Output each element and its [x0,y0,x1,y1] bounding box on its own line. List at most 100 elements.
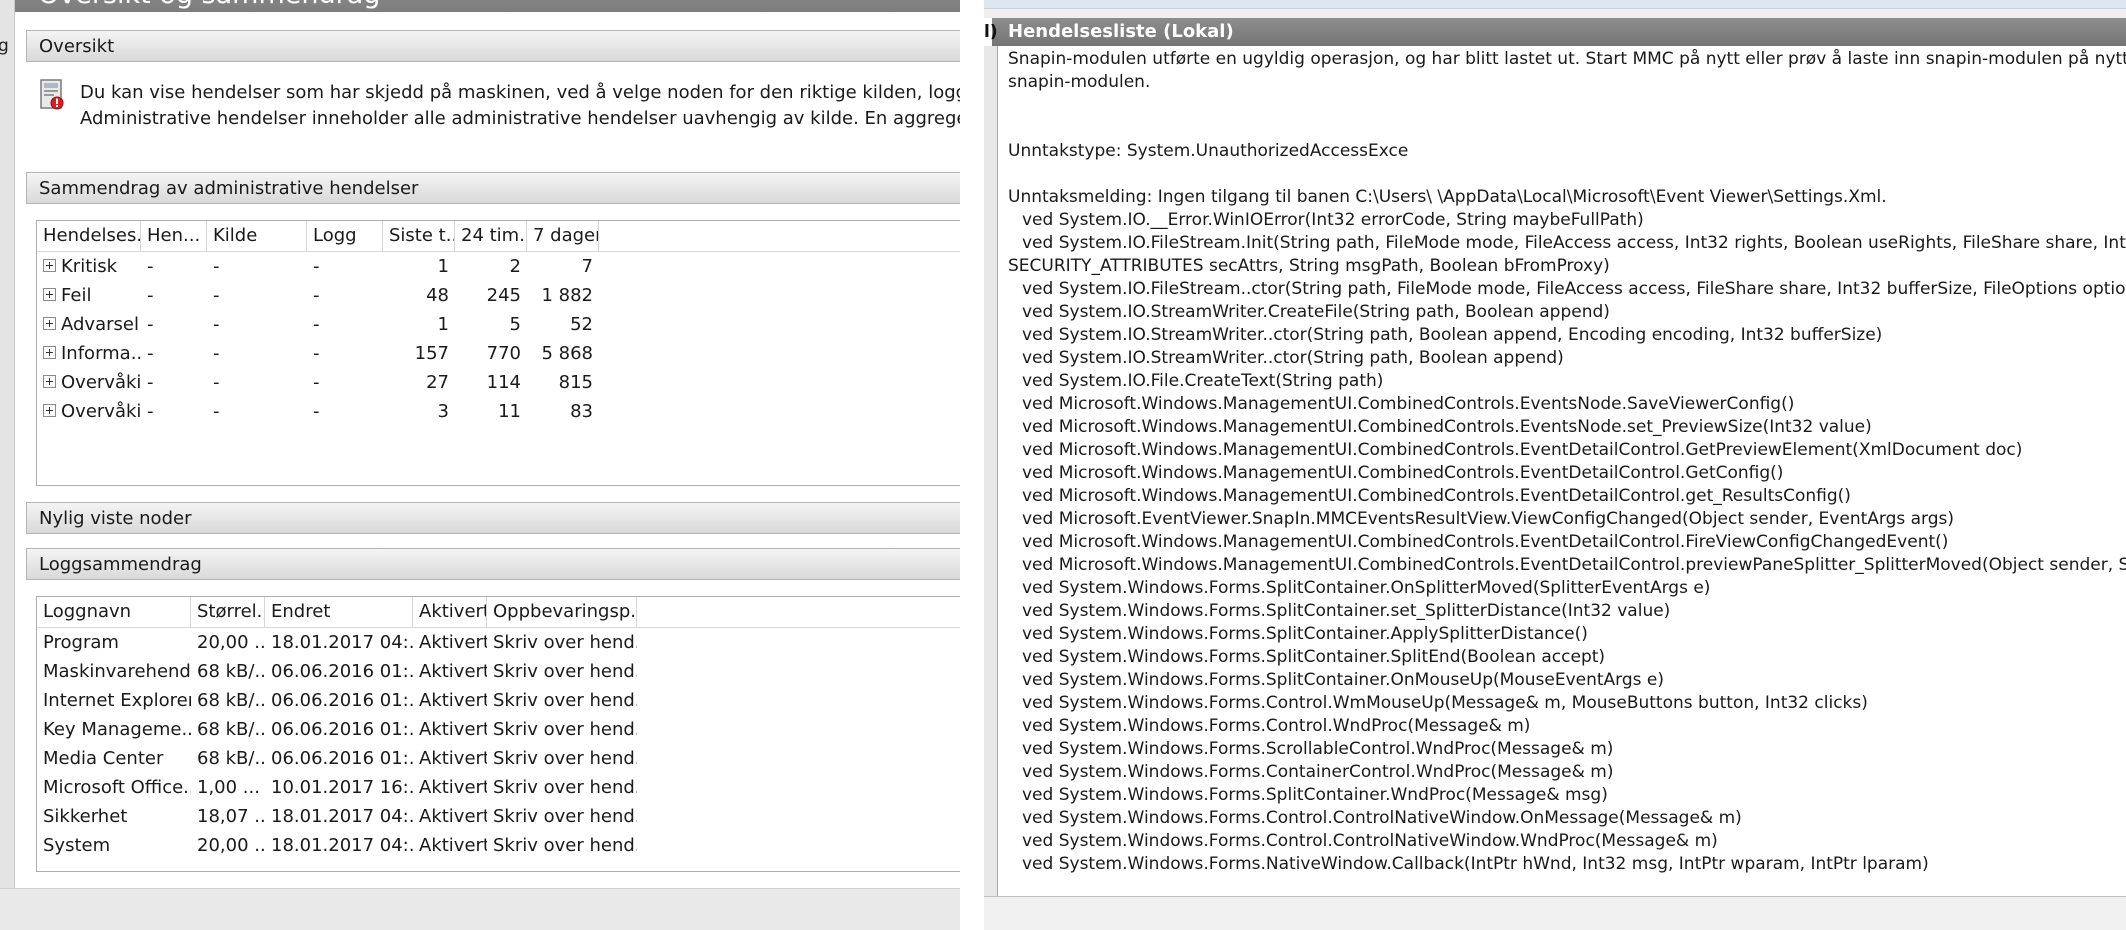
table-row[interactable]: Informa... - - -157 770 5 868 [37,339,960,368]
expand-plus-icon[interactable] [43,316,56,330]
event-type-cell: Advarsel [37,310,141,339]
size-cell: 20,00 ... [197,835,265,856]
overview-section-header[interactable]: Oversikt [26,30,960,62]
last-24h-cell: 770 [486,343,521,364]
expand-plus-icon[interactable] [43,287,56,301]
modified-cell: 06.06.2016 01:... [271,748,413,769]
log-summary-header-label: Loggsammendrag [39,554,202,575]
retention-cell: Skriv over hend... [493,719,637,740]
retention-cell: Skriv over hend... [493,748,637,769]
overview-description: Du kan vise hendelser som har skjedd på … [80,80,960,132]
error-message-area[interactable]: Snapin-modulen utførte en ugyldig operas… [998,46,2126,896]
stack-trace-line: ved Microsoft.Windows.ManagementUI.Combi… [1022,463,1784,483]
enabled-cell: Aktivert [419,690,487,711]
clipped-title-text: l) [984,18,998,46]
event-type-label: Overvåki... [61,372,141,393]
modified-cell: 06.06.2016 01:... [271,690,413,711]
table-row[interactable]: Internet Explorer 68 kB/... 06.06.2016 01:… [37,686,960,715]
expand-plus-icon[interactable] [43,403,56,417]
table-row[interactable]: Maskinvarehend... 68 kB/... 06.06.2016 01:… [37,657,960,686]
modified-cell: 10.01.2017 16:... [271,777,413,798]
exception-type: Unntakstype: System.UnauthorizedAccessEx… [1008,140,2126,163]
column-header-source[interactable]: Kilde [207,221,307,251]
log-name-cell: Media Center [43,748,164,769]
column-header-enabled[interactable]: Aktivert [413,597,487,627]
table-row[interactable]: Overvåki...---27114815 [37,368,960,397]
stack-trace-line: ved System.IO.StreamWriter.CreateFile(St… [1022,302,1610,322]
event-id-cell: - [147,285,154,306]
log-cell: - [313,343,320,364]
expand-plus-icon[interactable] [43,374,56,388]
event-type-cell: Informa... [37,339,141,368]
stack-trace-line: ved System.IO.__Error.WinIOError(Int32 e… [1022,210,1644,230]
last-hour-cell: 48 [426,285,449,306]
event-viewer-icon [40,79,64,110]
event-list-pane: Hendelsesliste (Lokal) l) Snapin-modulen… [984,0,2126,930]
table-row[interactable]: Microsoft Office... 1,00 ... 10.01.2017 16… [37,773,960,802]
modified-cell: 06.06.2016 01:... [271,719,413,740]
table-row[interactable]: Overvåki...---31183 [37,397,960,426]
last-hour-cell: 1 [437,256,449,277]
event-type-label: Informa... [61,343,141,364]
last-hour-cell: 1 [437,314,449,335]
stack-trace-line: ved System.Windows.Forms.ContainerContro… [1022,762,1614,782]
source-cell: - [213,372,220,393]
enabled-cell: Aktivert [419,806,487,827]
column-header-log-name[interactable]: Loggnavn [37,597,191,627]
log-summary-table[interactable]: Loggnavn Størrel... Endret Aktivert Oppb… [36,596,960,872]
admin-events-table[interactable]: Hendelses... Hen... Kilde Logg Siste t..… [36,220,960,486]
column-header-last-7d[interactable]: 7 dager [527,221,599,251]
stack-trace-line: ved System.Windows.Forms.ScrollableContr… [1022,739,1614,759]
column-header-modified[interactable]: Endret [265,597,413,627]
log-name-cell: Maskinvarehend... [43,661,191,682]
stack-trace-line: ved System.Windows.Forms.SplitContainer.… [1022,647,1606,667]
column-header-event-type[interactable]: Hendelses... [37,221,141,251]
table-row[interactable]: Key Manageme... 68 kB/... 06.06.2016 01:..… [37,715,960,744]
clipped-tree-text: g [0,36,9,56]
last-7d-cell: 815 [558,372,593,393]
log-cell: - [313,372,320,393]
table-row[interactable]: System 20,00 ... 18.01.2017 04:... Aktivert… [37,831,960,860]
event-id-cell: - [147,401,154,422]
modified-cell: 18.01.2017 04:... [271,835,413,856]
retention-cell: Skriv over hend... [493,661,637,682]
stack-trace-line: ved System.Windows.Forms.Control.Control… [1022,808,1742,828]
size-cell: 20,00 ... [197,632,265,653]
admin-events-section-header[interactable]: Sammendrag av administrative hendelser [26,172,960,204]
last-24h-cell: 245 [486,285,521,306]
enabled-cell: Aktivert [419,835,487,856]
column-header-retention[interactable]: Oppbevaringsp... [487,597,637,627]
enabled-cell: Aktivert [419,777,487,798]
last-7d-cell: 1 882 [541,285,593,306]
stack-trace-line: ved Microsoft.Windows.ManagementUI.Combi… [1022,486,1851,506]
expand-plus-icon[interactable] [43,258,56,272]
navigation-tree-edge[interactable] [0,0,15,900]
overview-line-2: Administrative hendelser inneholder alle… [80,108,960,129]
table-row[interactable]: Media Center 68 kB/... 06.06.2016 01:... Ak… [37,744,960,773]
table-row[interactable]: Sikkerhet 18,07 ... 18.01.2017 04:... Aktiv… [37,802,960,831]
column-header-size[interactable]: Størrel... [191,597,265,627]
stack-trace-line: ved Microsoft.Windows.ManagementUI.Combi… [1022,440,2023,460]
admin-events-table-header: Hendelses... Hen... Kilde Logg Siste t..… [37,221,960,252]
size-cell: 68 kB/... [197,690,265,711]
column-header-log[interactable]: Logg [307,221,383,251]
table-row[interactable]: Feil - - - 48 245 1 882 [37,281,960,310]
last-hour-cell: 3 [437,401,449,422]
stack-trace-line: ved System.Windows.Forms.NativeWindow.Ca… [1022,854,1929,874]
log-summary-table-header: Loggnavn Størrel... Endret Aktivert Oppb… [37,597,960,628]
overview-line-1: Du kan vise hendelser som har skjedd på … [80,82,960,103]
recent-nodes-section-header[interactable]: Nylig viste noder [26,502,960,534]
table-row[interactable]: Advarsel - - -1 5 52 [37,310,960,339]
column-header-last-24h[interactable]: 24 tim... [455,221,527,251]
table-row[interactable]: Program 20,00 ... 18.01.2017 04:... Aktiver… [37,628,960,657]
log-cell: - [313,256,320,277]
log-name-cell: System [43,835,111,856]
clipped-title-glyph: l) [984,22,998,42]
log-summary-section-header[interactable]: Loggsammendrag [26,548,960,580]
stack-trace-line: ved Microsoft.Windows.ManagementUI.Combi… [1022,394,1795,414]
overview-summary-pane: Oversikt og sammendrag g Oversikt Du kan… [0,0,960,930]
column-header-last-hour[interactable]: Siste t... [383,221,455,251]
expand-plus-icon[interactable] [43,345,56,359]
column-header-event-id[interactable]: Hen... [141,221,207,251]
table-row[interactable]: Kritisk - - - 1 2 7 [37,252,960,281]
